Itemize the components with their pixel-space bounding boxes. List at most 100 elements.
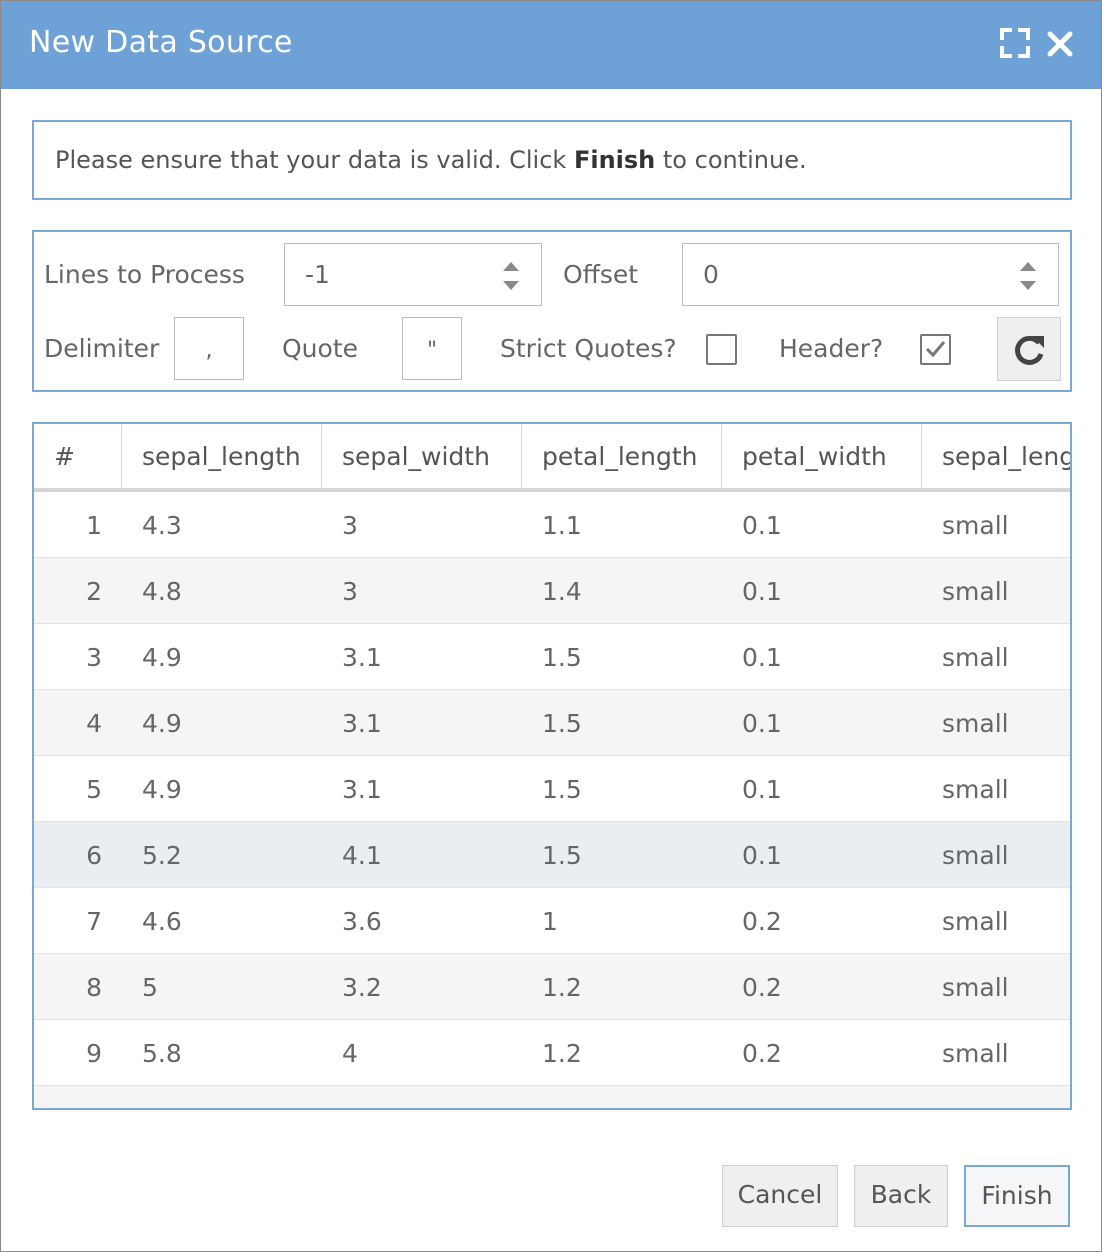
table-cell: 3.6 (342, 907, 382, 936)
table-cell: small (942, 577, 1009, 606)
delimiter-value: , (205, 338, 213, 363)
quote-value: " (426, 338, 438, 363)
row-number: 7 (86, 907, 102, 936)
table-cell: 4.9 (142, 775, 182, 804)
table-cell: 1.5 (542, 841, 582, 870)
table-row[interactable]: 5 4.9 3.1 1.5 0.1 small (34, 756, 1070, 822)
finish-button[interactable]: Finish (964, 1165, 1070, 1227)
lines-to-process-label: Lines to Process (44, 260, 245, 289)
spin-up-icon[interactable] (501, 260, 521, 272)
table-cell: 1.5 (542, 775, 582, 804)
table-row[interactable]: 7 4.6 3.6 1 0.2 small (34, 888, 1070, 954)
table-row[interactable]: 8 5 3.2 1.2 0.2 small (34, 954, 1070, 1020)
data-preview-table[interactable]: # sepal_length sepal_width petal_length … (32, 422, 1072, 1110)
table-row[interactable] (34, 1086, 1070, 1108)
cancel-button[interactable]: Cancel (722, 1165, 838, 1227)
table-cell: 0.2 (742, 907, 782, 936)
info-message-bold: Finish (573, 146, 656, 174)
table-cell: 4.6 (142, 907, 182, 936)
table-cell: 3.1 (342, 775, 382, 804)
table-cell: 3.2 (342, 973, 382, 1002)
table-cell: small (942, 841, 1009, 870)
table-cell: 5.8 (142, 1039, 182, 1068)
info-message-box: Please ensure that your data is valid. C… (32, 120, 1072, 200)
header-label: Header? (779, 334, 884, 363)
offset-value: 0 (703, 260, 719, 289)
table-cell: 0.2 (742, 1039, 782, 1068)
spin-down-icon[interactable] (1018, 280, 1038, 292)
table-cell: 0.1 (742, 577, 782, 606)
table-cell: 0.1 (742, 643, 782, 672)
parse-settings-panel: Lines to Process -1 Offset 0 Delimiter ,… (32, 230, 1072, 392)
spin-up-icon[interactable] (1018, 260, 1038, 272)
quote-input[interactable]: " (402, 317, 462, 380)
lines-to-process-value: -1 (305, 260, 330, 289)
table-body: 1 4.3 3 1.1 0.1 small 2 4.8 3 1.4 0.1 sm… (34, 492, 1070, 1108)
table-cell: 1.5 (542, 643, 582, 672)
spin-down-icon[interactable] (501, 280, 521, 292)
table-cell: 4 (342, 1039, 358, 1068)
table-cell: 3 (342, 511, 358, 540)
lines-to-process-input[interactable]: -1 (284, 243, 542, 306)
table-row[interactable]: 2 4.8 3 1.4 0.1 small (34, 558, 1070, 624)
table-cell: 0.1 (742, 841, 782, 870)
info-message-suffix: to continue. (655, 146, 807, 174)
row-number: 8 (86, 973, 102, 1002)
table-row[interactable]: 3 4.9 3.1 1.5 0.1 small (34, 624, 1070, 690)
table-cell: 1.4 (542, 577, 582, 606)
table-cell: 4.9 (142, 709, 182, 738)
column-header[interactable]: petal_length (522, 424, 722, 488)
table-cell: 1.5 (542, 709, 582, 738)
table-cell: small (942, 973, 1009, 1002)
dialog-titlebar: New Data Source (1, 1, 1101, 89)
table-cell: 4.3 (142, 511, 182, 540)
table-row[interactable]: 9 5.8 4 1.2 0.2 small (34, 1020, 1070, 1086)
table-cell: 1 (542, 907, 558, 936)
checkmark-icon (925, 341, 946, 358)
new-data-source-dialog: New Data Source Please ensure that your … (0, 0, 1102, 1252)
table-cell: 1.1 (542, 511, 582, 540)
table-row[interactable]: 6 5.2 4.1 1.5 0.1 small (34, 822, 1070, 888)
column-header[interactable]: petal_width (722, 424, 922, 488)
row-number: 6 (86, 841, 102, 870)
column-header[interactable]: sepal_length (122, 424, 322, 488)
table-row[interactable]: 1 4.3 3 1.1 0.1 small (34, 492, 1070, 558)
table-cell: 1.2 (542, 973, 582, 1002)
refresh-button[interactable] (997, 317, 1061, 381)
table-cell: 0.2 (742, 973, 782, 1002)
column-header[interactable]: # (34, 424, 122, 488)
table-cell: 1.2 (542, 1039, 582, 1068)
info-message-prefix: Please ensure that your data is valid. C… (55, 146, 574, 174)
strict-quotes-label: Strict Quotes? (500, 334, 677, 363)
column-header[interactable]: sepal_leng (922, 424, 1070, 488)
table-cell: 3 (342, 577, 358, 606)
table-cell: 4.1 (342, 841, 382, 870)
table-cell: 0.1 (742, 709, 782, 738)
row-number: 1 (86, 511, 102, 540)
row-number: 2 (86, 577, 102, 606)
offset-input[interactable]: 0 (682, 243, 1059, 306)
delimiter-label: Delimiter (44, 334, 160, 363)
strict-quotes-checkbox[interactable] (706, 334, 737, 365)
back-button[interactable]: Back (854, 1165, 948, 1227)
table-cell: 4.9 (142, 643, 182, 672)
table-cell: small (942, 709, 1009, 738)
delimiter-input[interactable]: , (174, 317, 244, 380)
table-cell: 4.8 (142, 577, 182, 606)
maximize-icon[interactable] (999, 27, 1031, 59)
row-number: 4 (86, 709, 102, 738)
table-cell: 3.1 (342, 643, 382, 672)
refresh-icon (1015, 335, 1044, 365)
row-number: 5 (86, 775, 102, 804)
table-header: # sepal_length sepal_width petal_length … (34, 424, 1070, 492)
table-row[interactable]: 4 4.9 3.1 1.5 0.1 small (34, 690, 1070, 756)
dialog-title: New Data Source (29, 25, 293, 60)
table-cell: small (942, 775, 1009, 804)
table-cell: 0.1 (742, 775, 782, 804)
close-icon[interactable] (1045, 27, 1075, 61)
table-cell: 3.1 (342, 709, 382, 738)
table-cell: small (942, 907, 1009, 936)
table-cell: 5 (142, 973, 158, 1002)
column-header[interactable]: sepal_width (322, 424, 522, 488)
header-checkbox[interactable] (920, 334, 951, 365)
